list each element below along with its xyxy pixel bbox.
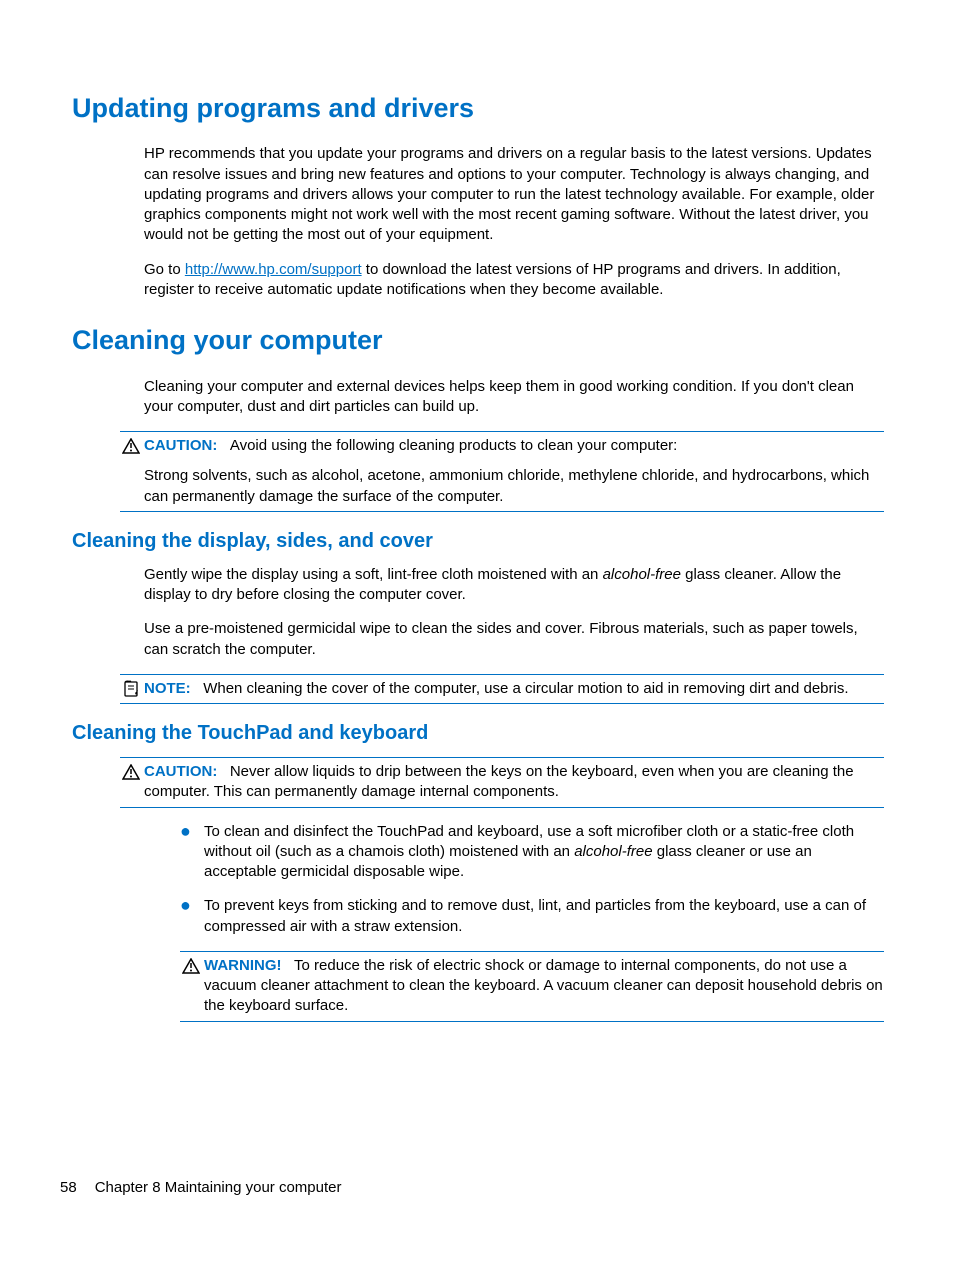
warning-touchpad: WARNING! To reduce the risk of electric …	[180, 951, 884, 1022]
caution-icon	[120, 762, 142, 782]
warning-icon	[180, 956, 202, 976]
bullet-icon: ●	[180, 896, 204, 937]
note-icon	[120, 679, 142, 699]
support-link[interactable]: http://www.hp.com/support	[185, 261, 362, 278]
heading-cleaning: Cleaning your computer	[72, 322, 884, 358]
caution-label: CAUTION:	[144, 437, 217, 454]
heading-updating: Updating programs and drivers	[72, 90, 884, 126]
chapter-label: Chapter 8 Maintaining your computer	[95, 1179, 342, 1196]
updating-p2: Go to http://www.hp.com/support to downl…	[144, 260, 884, 301]
caution-icon	[120, 436, 142, 456]
page-number: 58	[60, 1178, 77, 1198]
list-item: ● To prevent keys from sticking and to r…	[180, 896, 884, 937]
touchpad-bullets: ● To clean and disinfect the TouchPad an…	[180, 822, 884, 937]
italic-alcohol-free-2: alcohol-free	[574, 843, 652, 860]
cleaning-p1: Cleaning your computer and external devi…	[144, 377, 884, 418]
heading-display: Cleaning the display, sides, and cover	[72, 528, 884, 555]
updating-body: HP recommends that you update your progr…	[144, 144, 884, 300]
note-display-text: NOTE: When cleaning the cover of the com…	[144, 679, 884, 699]
note-display: NOTE: When cleaning the cover of the com…	[120, 674, 884, 704]
note-label: NOTE:	[144, 680, 191, 697]
display-p1: Gently wipe the display using a soft, li…	[144, 565, 884, 606]
cleaning-body: Cleaning your computer and external devi…	[144, 377, 884, 418]
updating-p1: HP recommends that you update your progr…	[144, 144, 884, 245]
list-item: ● To clean and disinfect the TouchPad an…	[180, 822, 884, 883]
caution-touchpad: CAUTION: Never allow liquids to drip bet…	[120, 757, 884, 808]
caution-cleaning-line1: CAUTION: Avoid using the following clean…	[144, 436, 884, 456]
bullet-1-text: To clean and disinfect the TouchPad and …	[204, 822, 884, 883]
warning-label: WARNING!	[204, 957, 282, 974]
updating-p2-pre: Go to	[144, 261, 185, 278]
display-p2: Use a pre-moistened germicidal wipe to c…	[144, 619, 884, 660]
caution-label: CAUTION:	[144, 763, 217, 780]
caution-touchpad-text: CAUTION: Never allow liquids to drip bet…	[144, 762, 884, 803]
page-footer: 58 Chapter 8 Maintaining your computer	[60, 1178, 341, 1198]
italic-alcohol-free-1: alcohol-free	[603, 566, 681, 583]
display-body: Gently wipe the display using a soft, li…	[144, 565, 884, 660]
caution-cleaning: CAUTION: Avoid using the following clean…	[120, 431, 884, 512]
bullet-2-text: To prevent keys from sticking and to rem…	[204, 896, 884, 937]
bullet-icon: ●	[180, 822, 204, 883]
caution-cleaning-text2: Strong solvents, such as alcohol, aceton…	[144, 466, 884, 507]
warning-touchpad-text: WARNING! To reduce the risk of electric …	[204, 956, 884, 1017]
heading-touchpad: Cleaning the TouchPad and keyboard	[72, 720, 884, 747]
caution-cleaning-text1: Avoid using the following cleaning produ…	[230, 437, 678, 454]
